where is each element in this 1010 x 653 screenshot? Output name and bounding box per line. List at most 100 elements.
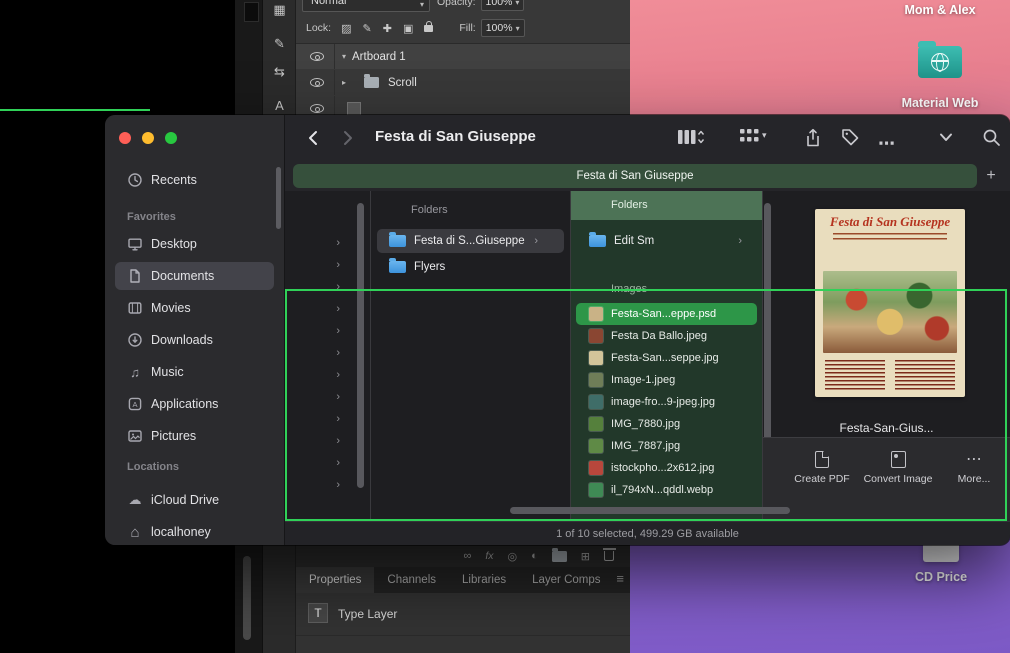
group-by-button[interactable]: ▾ (740, 128, 767, 143)
sidebar-item-applications[interactable]: A Applications (115, 390, 274, 418)
file-row[interactable]: IMG_7880.jpg (576, 413, 757, 435)
sidebar-item-music[interactable]: ♫ Music (115, 358, 274, 386)
view-columns-button[interactable] (677, 128, 705, 146)
close-button[interactable] (119, 132, 131, 144)
zoom-button[interactable] (165, 132, 177, 144)
adjustment-layer-icon[interactable]: ◐ (531, 550, 538, 562)
lock-pixels-icon[interactable]: ✎ (363, 22, 372, 35)
tab-channels[interactable]: Channels (374, 567, 449, 593)
pencil-panel-icon[interactable]: ✎ (263, 36, 296, 52)
disclosure-down-icon[interactable]: ▾ (342, 52, 352, 61)
back-button[interactable] (299, 124, 327, 152)
trash-icon[interactable] (602, 548, 616, 561)
lock-transparency-icon[interactable]: ▨ (341, 22, 351, 35)
sidebar-item-downloads[interactable]: Downloads (115, 326, 274, 354)
folder-row-edit-sm[interactable]: Edit Sm › (577, 229, 756, 253)
link-layers-icon[interactable]: ∞ (464, 550, 472, 562)
column-header: Folders (611, 199, 648, 211)
tab-layer-comps[interactable]: Layer Comps (519, 567, 613, 593)
column-scrollbar[interactable] (357, 203, 364, 488)
film-icon (127, 300, 143, 316)
layer-thumbnail[interactable] (347, 101, 361, 115)
file-label: il_794xN...qddl.webp (611, 484, 714, 496)
new-group-icon[interactable] (551, 547, 567, 562)
file-row[interactable]: Image-1.jpeg (576, 369, 757, 391)
blend-mode-select[interactable]: Normal ▾ (302, 0, 430, 12)
eye-icon[interactable] (310, 104, 324, 113)
file-row[interactable]: il_794xN...qddl.webp (576, 479, 757, 501)
toolbar-chevron-button[interactable] (939, 133, 953, 142)
share-button[interactable] (804, 128, 822, 148)
grid-panel-icon[interactable]: ▦ (263, 2, 296, 18)
file-label: Festa Da Ballo.jpeg (611, 330, 707, 342)
action-label: More... (957, 473, 991, 485)
preview-filename: Festa-San-Gius... (839, 421, 934, 435)
more-actions-button[interactable]: ⋯ More... (939, 448, 1009, 487)
photoshop-scrollbar[interactable] (243, 556, 251, 640)
file-row[interactable]: istockpho...2x612.jpg (576, 457, 757, 479)
layer-fx-icon[interactable]: fx (485, 550, 493, 562)
panel-menu-icon[interactable]: ≡ (616, 571, 624, 586)
minimize-button[interactable] (142, 132, 154, 144)
preview-poster[interactable]: Festa di San Giuseppe (815, 209, 965, 397)
type-layer-thumbnail[interactable]: T (308, 603, 328, 623)
file-row[interactable]: image-fro...9-jpeg.jpg (576, 391, 757, 413)
tag-button[interactable] (841, 128, 859, 146)
search-button[interactable] (982, 128, 1001, 147)
file-row[interactable]: Festa-San...seppe.jpg (576, 347, 757, 369)
tab-properties[interactable]: Properties (296, 567, 375, 593)
lock-artboard-icon[interactable]: ▣ (403, 22, 413, 35)
lock-all-icon[interactable] (424, 20, 434, 32)
globe-icon (931, 53, 949, 72)
eye-icon[interactable] (310, 52, 324, 61)
quick-actions-bar: Create PDF Convert Image ⋯ More... (763, 437, 1010, 521)
color-swatch[interactable] (244, 2, 259, 22)
type-layer-label: Type Layer (338, 607, 398, 621)
sidebar-item-label: Applications (151, 397, 219, 411)
adjust-panel-icon[interactable]: ⇆ (263, 64, 296, 80)
lock-position-icon[interactable]: ✚ (383, 22, 392, 35)
new-tab-button[interactable]: + (980, 165, 1002, 187)
convert-image-button[interactable]: Convert Image (863, 448, 933, 487)
sidebar-item-movies[interactable]: Movies (115, 294, 274, 322)
finder-main: Festa di San Giuseppe ▾ ⋯ Festa di San G… (285, 115, 1010, 545)
sidebar-item-icloud-drive[interactable]: ☁ iCloud Drive (115, 486, 274, 514)
file-row[interactable]: Festa Da Ballo.jpeg (576, 325, 757, 347)
folder-icon (389, 258, 406, 273)
eye-icon[interactable] (310, 78, 324, 87)
sidebar-item-recents[interactable]: Recents (115, 166, 274, 194)
tab-festa-di-san-giuseppe[interactable]: Festa di San Giuseppe (293, 164, 977, 188)
chevron-down-icon: ▾ (762, 130, 767, 140)
fill-field[interactable]: 100% ▾ (480, 19, 525, 37)
folders-header-band: Folders (571, 191, 762, 220)
file-thumbnail (589, 417, 603, 431)
more-actions-button[interactable]: ⋯ (878, 134, 895, 154)
folder-row-festa[interactable]: Festa di S...Giuseppe › (377, 229, 564, 253)
tab-libraries[interactable]: Libraries (449, 567, 519, 593)
file-row[interactable]: IMG_7887.jpg (576, 435, 757, 457)
horizontal-scrollbar[interactable] (510, 507, 790, 514)
sidebar-item-documents[interactable]: Documents (115, 262, 274, 290)
layer-row-artboard[interactable]: ▾ Artboard 1 (296, 44, 630, 69)
layer-row-partial[interactable] (296, 96, 630, 115)
sidebar-scrollbar[interactable] (276, 167, 281, 229)
layer-row-scroll[interactable]: ▸ Scroll (296, 70, 630, 95)
desktop-label-mom-alex: Mom & Alex (904, 3, 976, 17)
action-label: Convert Image (863, 473, 933, 485)
disclosure-right-icon[interactable]: ▸ (342, 78, 352, 87)
sidebar-item-pictures[interactable]: Pictures (115, 422, 274, 450)
layer-mask-icon[interactable]: ◎ (508, 550, 518, 563)
opacity-field[interactable]: 100% ▾ (480, 0, 525, 11)
file-row-selected[interactable]: Festa-San...eppe.psd (576, 303, 757, 325)
new-layer-icon[interactable]: ⊞ (581, 550, 590, 563)
type-panel-icon[interactable]: A (263, 98, 296, 113)
material-web-folder-icon[interactable] (918, 41, 962, 78)
forward-button[interactable] (334, 124, 362, 152)
sidebar-item-label: Music (151, 365, 184, 379)
folder-row-flyers[interactable]: Flyers (377, 255, 564, 279)
layer-name: Artboard 1 (352, 50, 406, 63)
create-pdf-button[interactable]: Create PDF (787, 448, 857, 487)
layer-name: Scroll (388, 76, 417, 89)
sidebar-item-desktop[interactable]: Desktop (115, 230, 274, 258)
sidebar-item-localhoney[interactable]: ⌂ localhoney (115, 518, 274, 545)
